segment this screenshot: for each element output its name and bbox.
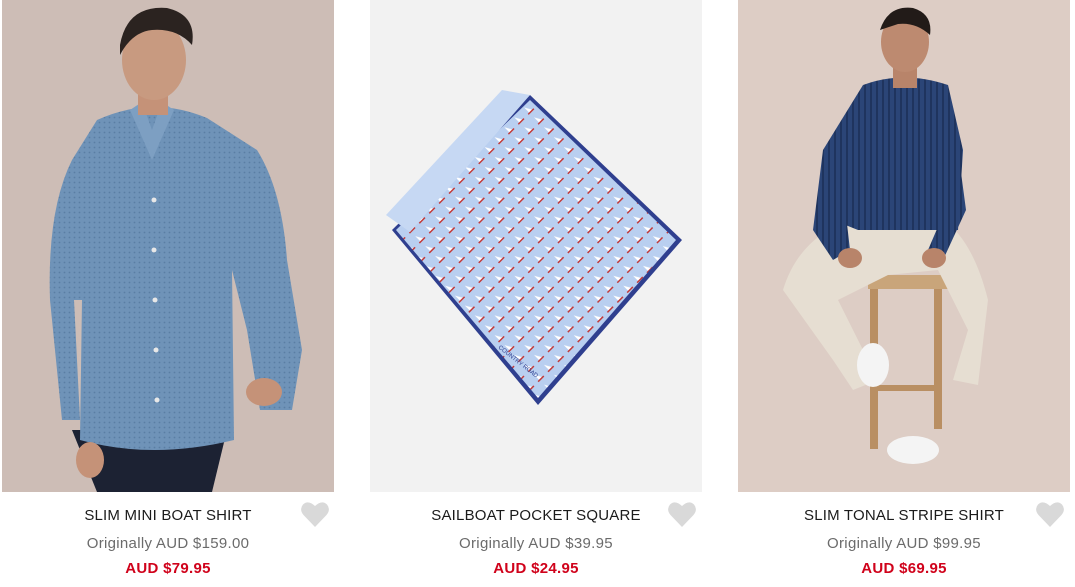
product-card: COUNTRY ROAD SAILBOAT POCKET SQUARE Orig…	[370, 0, 702, 587]
product-image[interactable]: COUNTRY ROAD	[370, 0, 702, 492]
product-name[interactable]: SAILBOAT POCKET SQUARE	[370, 507, 702, 524]
sale-price: AUD $24.95	[493, 560, 579, 577]
product-card: SLIM TONAL STRIPE SHIRT Originally AUD $…	[738, 0, 1070, 587]
sailboat-pocket-square-image: COUNTRY ROAD	[370, 0, 702, 492]
product-image[interactable]	[738, 0, 1070, 492]
model-seated-navy-stripe-shirt-image	[738, 0, 1070, 492]
product-card: SLIM MINI BOAT SHIRT Originally AUD $159…	[2, 0, 334, 587]
product-grid: SLIM MINI BOAT SHIRT Originally AUD $159…	[0, 0, 1075, 587]
sale-price: AUD $79.95	[125, 560, 211, 577]
product-image[interactable]	[2, 0, 334, 492]
sale-price: AUD $69.95	[861, 560, 947, 577]
original-price: Originally AUD $159.00	[86, 535, 250, 552]
original-price: Originally AUD $39.95	[459, 535, 613, 552]
product-name[interactable]: SLIM TONAL STRIPE SHIRT	[738, 507, 1070, 524]
model-wearing-blue-slim-shirt-image	[2, 0, 334, 492]
original-price: Originally AUD $99.95	[827, 535, 981, 552]
product-name[interactable]: SLIM MINI BOAT SHIRT	[2, 507, 334, 524]
